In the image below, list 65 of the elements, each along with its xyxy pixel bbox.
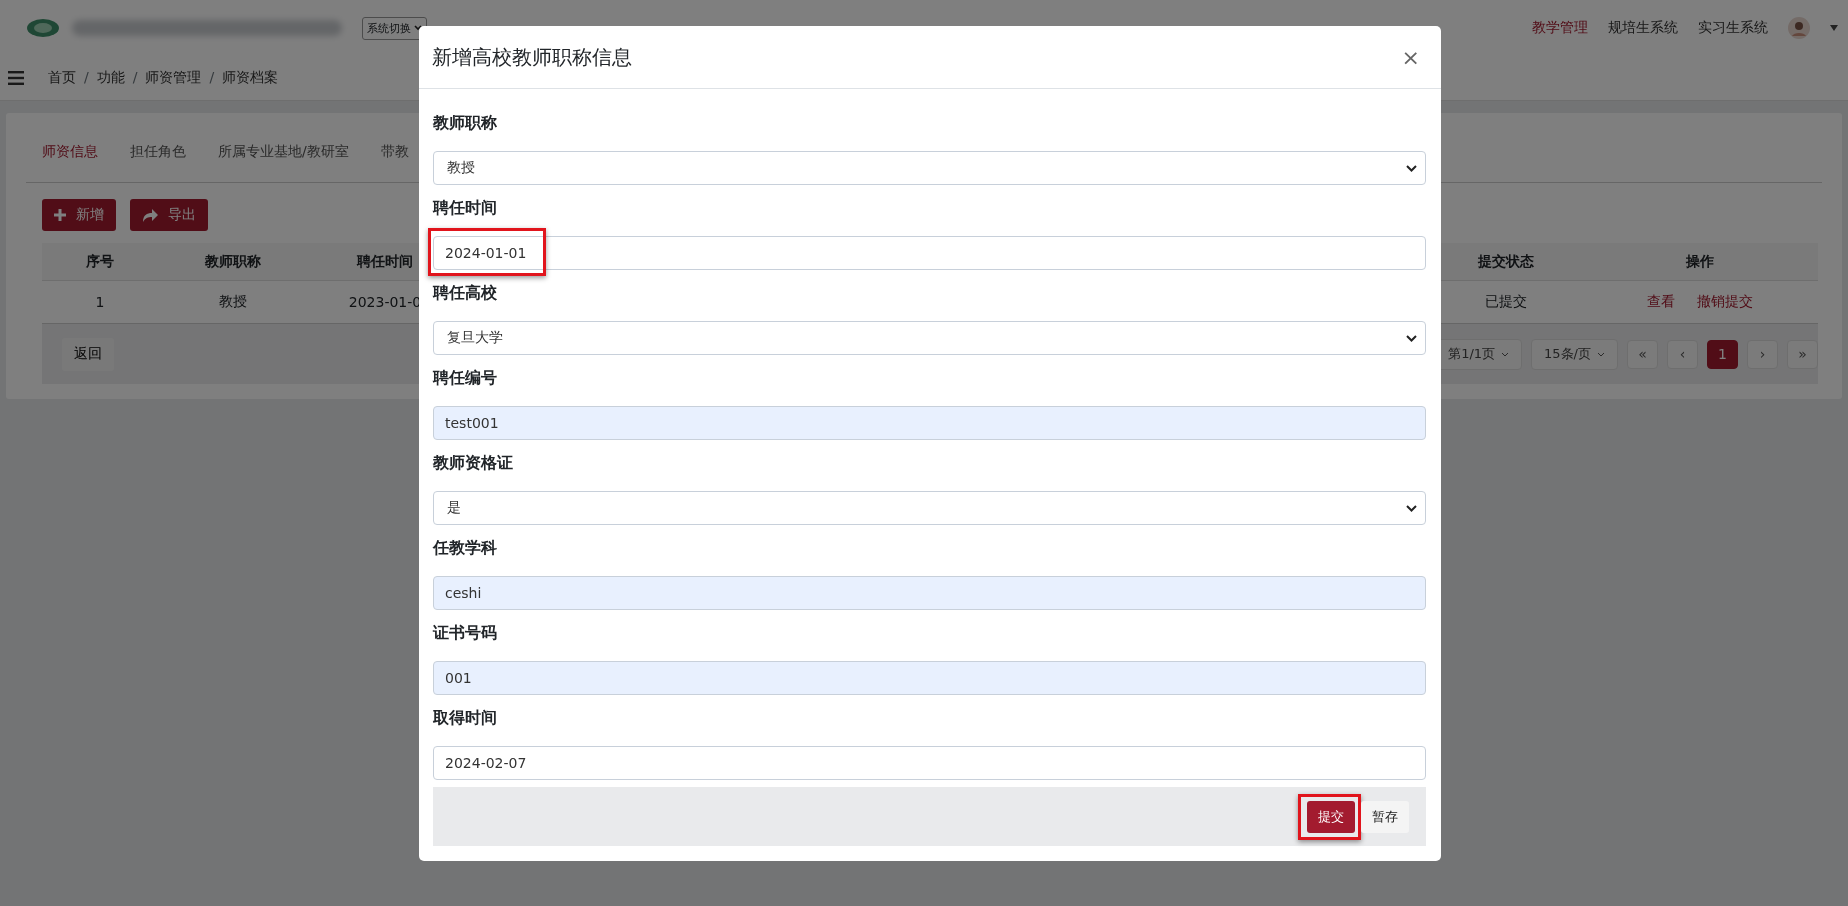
tab[interactable]: 担任角色: [130, 141, 186, 182]
field-label: 任教学科: [433, 537, 498, 559]
table-cell-text: 1: [94, 294, 106, 310]
chevron-icon: [1501, 351, 1510, 357]
save-draft-button[interactable]: 暂存: [1361, 800, 1409, 833]
chevron-icon: [1406, 334, 1417, 342]
field-label: 聘任时间: [433, 197, 498, 219]
breadcrumb-link[interactable]: 功能: [96, 69, 125, 87]
breadcrumb-separator: /: [84, 69, 89, 87]
table-cell-text: 已提交: [1484, 293, 1528, 311]
tab[interactable]: 师资信息: [42, 141, 98, 182]
plus-icon: [54, 209, 66, 221]
dialog-title: 新增高校教师职称信息: [432, 43, 632, 71]
select-field[interactable]: 教授: [433, 151, 1426, 185]
close-button[interactable]: ×: [1397, 44, 1424, 70]
nav-link[interactable]: 教学管理: [1532, 19, 1588, 37]
avatar-icon[interactable]: [1788, 17, 1810, 39]
nav-link[interactable]: 实习生系统: [1698, 19, 1768, 37]
back-button[interactable]: 返回: [62, 337, 114, 371]
column-header: 教师职称: [204, 252, 262, 271]
chevron-icon: [1406, 504, 1417, 512]
action-link[interactable]: 撤销提交: [1697, 293, 1753, 311]
tab[interactable]: 带教: [380, 141, 409, 182]
action-link[interactable]: 查看: [1647, 293, 1675, 311]
input-field[interactable]: 2024-02-07: [433, 746, 1426, 780]
input-field[interactable]: 2024-01-01: [433, 236, 1426, 270]
field-label: 聘任编号: [433, 367, 498, 389]
field-label: 取得时间: [433, 707, 498, 729]
caret-icon[interactable]: [1830, 25, 1838, 31]
chevron-icon: [414, 25, 422, 31]
select-field[interactable]: 是: [433, 491, 1426, 525]
page-button[interactable]: «: [1627, 339, 1658, 369]
page-button[interactable]: »: [1787, 339, 1818, 369]
breadcrumb-link[interactable]: 师资管理: [145, 69, 202, 87]
nav-link[interactable]: 规培生系统: [1608, 19, 1678, 37]
breadcrumb-link[interactable]: 首页: [48, 69, 76, 87]
table-cell-text: 教授: [218, 293, 248, 311]
field-label: 证书号码: [433, 622, 498, 644]
breadcrumb-separator: /: [132, 69, 138, 87]
input-field[interactable]: test001: [433, 406, 1426, 440]
column-header: 操作: [1685, 252, 1715, 271]
logo-icon: [26, 18, 60, 38]
input-field[interactable]: 001: [433, 661, 1426, 695]
tab[interactable]: 所属专业基地/教研室: [218, 141, 349, 182]
export-button[interactable]: 导出: [130, 199, 208, 231]
menu-icon[interactable]: [8, 71, 24, 85]
page-button[interactable]: 1: [1707, 339, 1738, 369]
table-cell-text: 2023-01-0: [347, 294, 423, 310]
share-arrow-icon: [142, 208, 158, 222]
column-header: 序号: [85, 252, 115, 271]
breadcrumb-separator: /: [209, 69, 215, 87]
add-button[interactable]: 新增: [42, 199, 116, 231]
column-header: 提交状态: [1477, 252, 1535, 271]
select-field[interactable]: 复旦大学: [433, 321, 1426, 355]
chevron-icon: [1406, 164, 1417, 172]
field-label: 教师资格证: [433, 452, 514, 474]
breadcrumb-link[interactable]: 师资档案: [222, 69, 279, 87]
page-button[interactable]: ‹: [1667, 339, 1698, 369]
chevron-icon: [1597, 351, 1605, 357]
field-label: 教师职称: [433, 112, 498, 134]
input-field[interactable]: ceshi: [433, 576, 1426, 610]
field-label: 聘任高校: [433, 282, 498, 304]
page-button[interactable]: ›: [1747, 339, 1778, 369]
page-size-select[interactable]: 15条/页: [1531, 338, 1618, 370]
submit-button[interactable]: 提交: [1307, 800, 1355, 833]
